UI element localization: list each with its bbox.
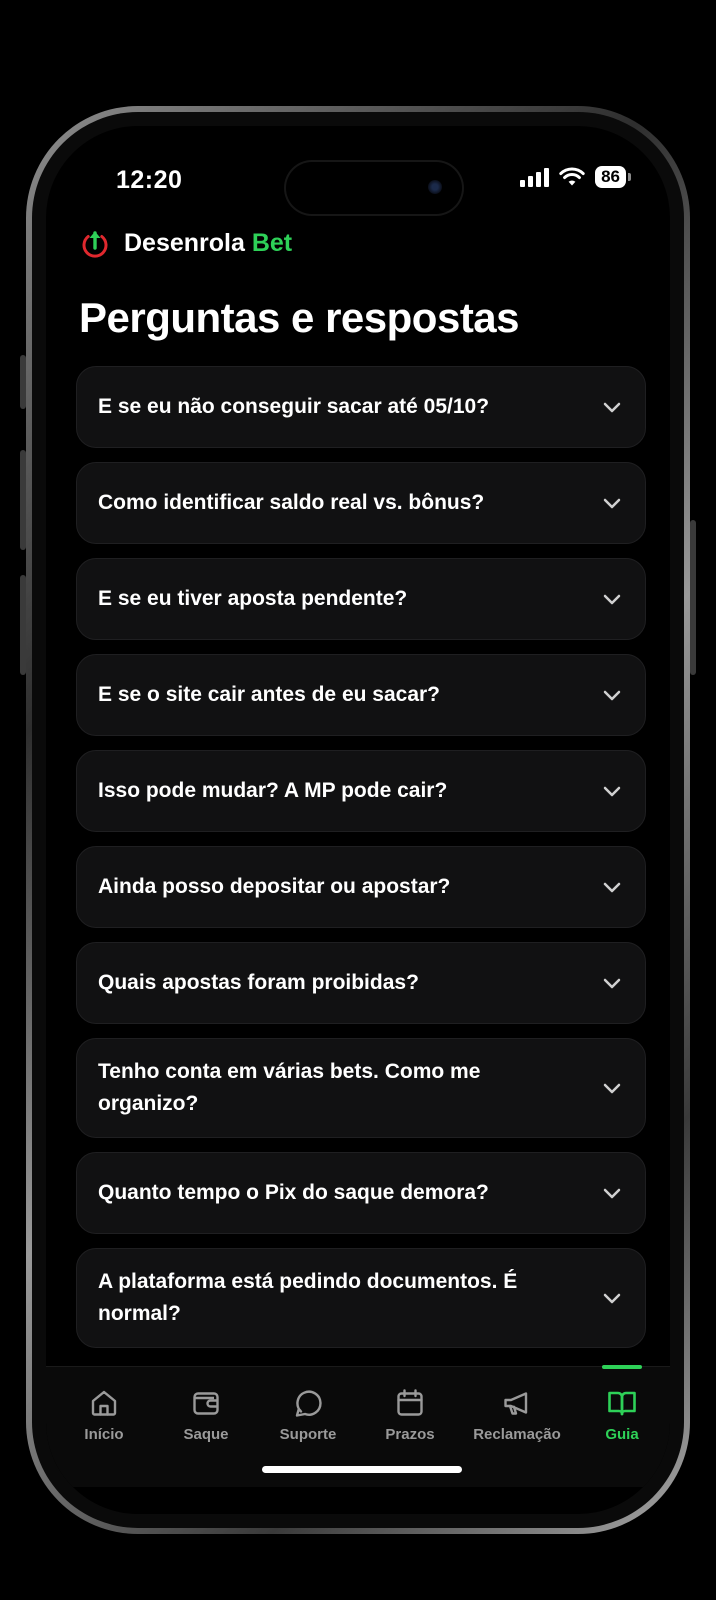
dynamic-island xyxy=(286,162,462,214)
wifi-icon xyxy=(559,167,585,186)
faq-item[interactable]: E se o site cair antes de eu sacar? xyxy=(76,654,646,736)
wallet-icon xyxy=(193,1392,219,1415)
chevron-down-icon xyxy=(603,594,621,605)
home-icon xyxy=(91,1390,117,1416)
faq-question: Ainda posso depositar ou apostar? xyxy=(98,875,451,898)
chevron-down-icon xyxy=(603,1083,621,1094)
status-icons: 86 xyxy=(520,166,631,188)
tab-suporte[interactable]: Suporte xyxy=(258,1367,358,1467)
faq-question: Quais apostas foram proibidas? xyxy=(98,971,419,994)
phone-bezel: 12:20 86 Desenrola Bet Perguntas e respo… xyxy=(32,112,684,1528)
app-screen: 12:20 86 Desenrola Bet Perguntas e respo… xyxy=(46,126,670,1514)
tab-saque[interactable]: Saque xyxy=(156,1367,256,1467)
faq-item[interactable]: Quanto tempo o Pix do saque demora? xyxy=(76,1152,646,1234)
faq-item[interactable]: Tenho conta em várias bets. Como me orga… xyxy=(76,1038,646,1138)
action-button xyxy=(20,355,26,409)
faq-item[interactable]: E se eu tiver aposta pendente? xyxy=(76,558,646,640)
tab-inicio[interactable]: Início xyxy=(54,1367,154,1467)
brand-name: Desenrola Bet xyxy=(124,228,293,257)
page-title: Perguntas e respostas xyxy=(79,294,520,341)
volume-up-button xyxy=(20,450,26,550)
chevron-down-icon xyxy=(603,498,621,509)
book-icon xyxy=(608,1391,636,1416)
battery-badge: 86 xyxy=(595,166,631,188)
tab-guia[interactable]: Guia xyxy=(572,1365,670,1467)
faq-item[interactable]: Ainda posso depositar ou apostar? xyxy=(76,846,646,928)
chevron-down-icon xyxy=(603,882,621,893)
chevron-down-icon xyxy=(603,978,621,989)
faq-question: Como identificar saldo real vs. bônus? xyxy=(98,491,485,514)
chevron-down-icon xyxy=(603,1293,621,1304)
brand-accent: Bet xyxy=(251,228,293,257)
chat-bubble-icon xyxy=(295,1390,322,1417)
side-button xyxy=(690,520,696,675)
tab-reclamacao[interactable]: Reclamação xyxy=(462,1367,572,1467)
camera-icon xyxy=(428,180,442,194)
faq-question: Tenho conta em várias bets. Como me orga… xyxy=(98,1060,481,1115)
faq-question: E se eu não conseguir sacar até 05/10? xyxy=(98,395,490,418)
faq-item[interactable]: E se eu não conseguir sacar até 05/10? xyxy=(76,366,646,448)
faq-item[interactable]: Como identificar saldo real vs. bônus? xyxy=(76,462,646,544)
faq-question: A plataforma está pedindo documentos. É … xyxy=(98,1270,518,1325)
home-indicator[interactable] xyxy=(262,1466,462,1473)
tab-label: Guia xyxy=(605,1426,639,1443)
faq-item[interactable]: Isso pode mudar? A MP pode cair? xyxy=(76,750,646,832)
faq-list: E se eu não conseguir sacar até 05/10? C… xyxy=(76,366,646,1362)
faq-item[interactable]: Quais apostas foram proibidas? xyxy=(76,942,646,1024)
chevron-down-icon xyxy=(603,690,621,701)
power-arrow-logo-icon xyxy=(82,231,108,258)
faq-item[interactable]: A plataforma está pedindo documentos. É … xyxy=(76,1248,646,1348)
tab-prazos[interactable]: Prazos xyxy=(360,1367,460,1467)
volume-down-button xyxy=(20,575,26,675)
faq-question: Quanto tempo o Pix do saque demora? xyxy=(98,1181,489,1204)
phone-frame: 12:20 86 Desenrola Bet Perguntas e respo… xyxy=(26,106,690,1534)
status-time: 12:20 xyxy=(116,166,183,194)
signal-icon xyxy=(520,167,550,187)
chevron-down-icon xyxy=(603,402,621,413)
calendar-icon xyxy=(397,1389,423,1416)
tab-label: Saque xyxy=(183,1426,229,1443)
chevron-down-icon xyxy=(603,786,621,797)
faq-question: E se eu tiver aposta pendente? xyxy=(98,587,408,610)
chevron-down-icon xyxy=(603,1188,621,1199)
tab-label: Início xyxy=(84,1426,124,1443)
faq-question: Isso pode mudar? A MP pode cair? xyxy=(98,779,448,802)
tab-label: Reclamação xyxy=(473,1426,561,1443)
tab-label: Prazos xyxy=(385,1426,435,1443)
active-tab-indicator xyxy=(602,1365,642,1369)
brand-header[interactable]: Desenrola Bet xyxy=(80,228,292,258)
faq-question: E se o site cair antes de eu sacar? xyxy=(98,683,441,706)
tab-label: Suporte xyxy=(279,1426,337,1443)
megaphone-icon xyxy=(504,1392,528,1415)
